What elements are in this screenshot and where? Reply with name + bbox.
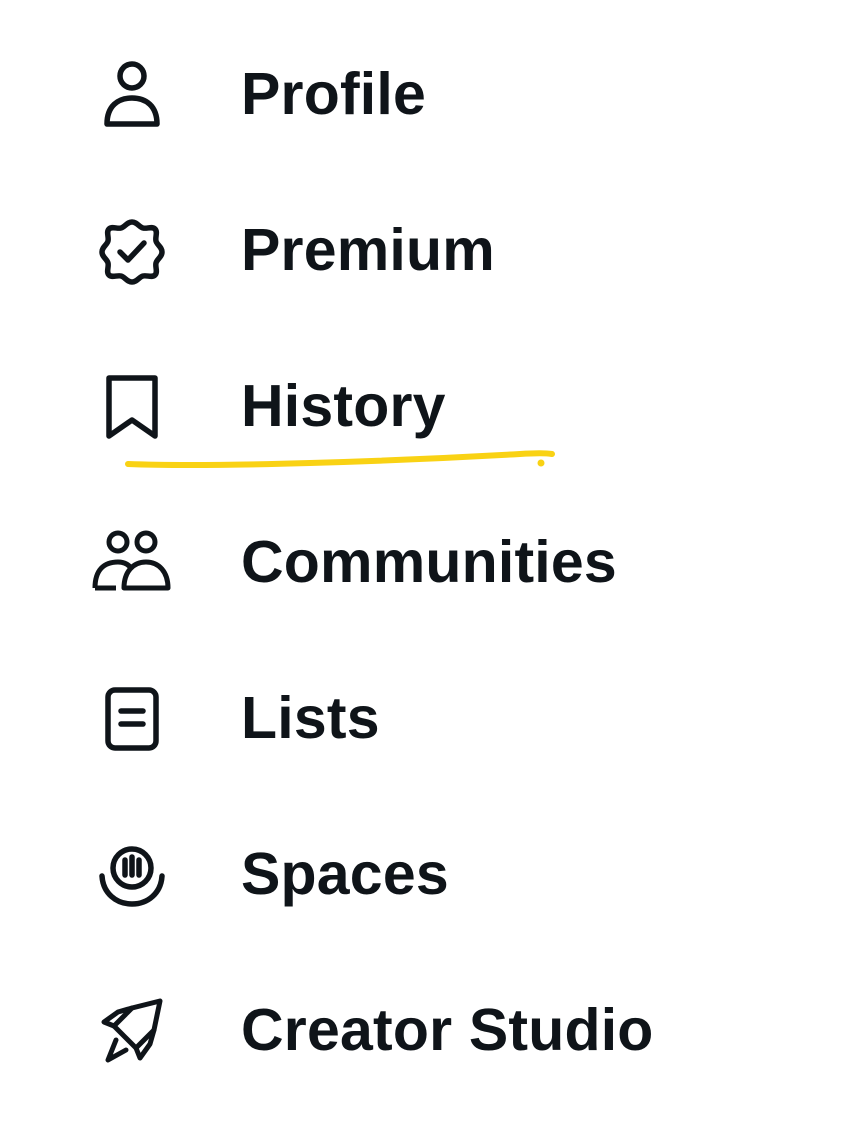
menu-item-label: Lists [241, 684, 380, 751]
person-icon [92, 54, 172, 134]
menu-item-spaces[interactable]: Spaces [80, 819, 780, 929]
list-document-icon [92, 678, 172, 758]
menu-item-lists[interactable]: Lists [80, 663, 780, 773]
menu-item-communities[interactable]: Communities [80, 507, 780, 617]
menu-item-label: Profile [241, 60, 426, 127]
bookmark-icon [92, 366, 172, 446]
menu-item-label: Communities [241, 528, 617, 595]
menu-item-profile[interactable]: Profile [80, 39, 780, 149]
menu-item-label: History [241, 372, 446, 439]
microphone-spaces-icon [92, 834, 172, 914]
menu-item-label: Creator Studio [241, 996, 654, 1063]
menu-item-label: Premium [241, 216, 495, 283]
rocket-icon [92, 990, 172, 1070]
menu-item-label: Spaces [241, 840, 449, 907]
verified-badge-icon [92, 210, 172, 290]
people-icon [92, 522, 172, 602]
side-menu: Profile Premium History Communities List… [0, 0, 854, 1129]
menu-item-creator-studio[interactable]: Creator Studio [80, 975, 780, 1085]
menu-item-premium[interactable]: Premium [80, 195, 780, 305]
menu-item-history[interactable]: History [80, 351, 780, 461]
